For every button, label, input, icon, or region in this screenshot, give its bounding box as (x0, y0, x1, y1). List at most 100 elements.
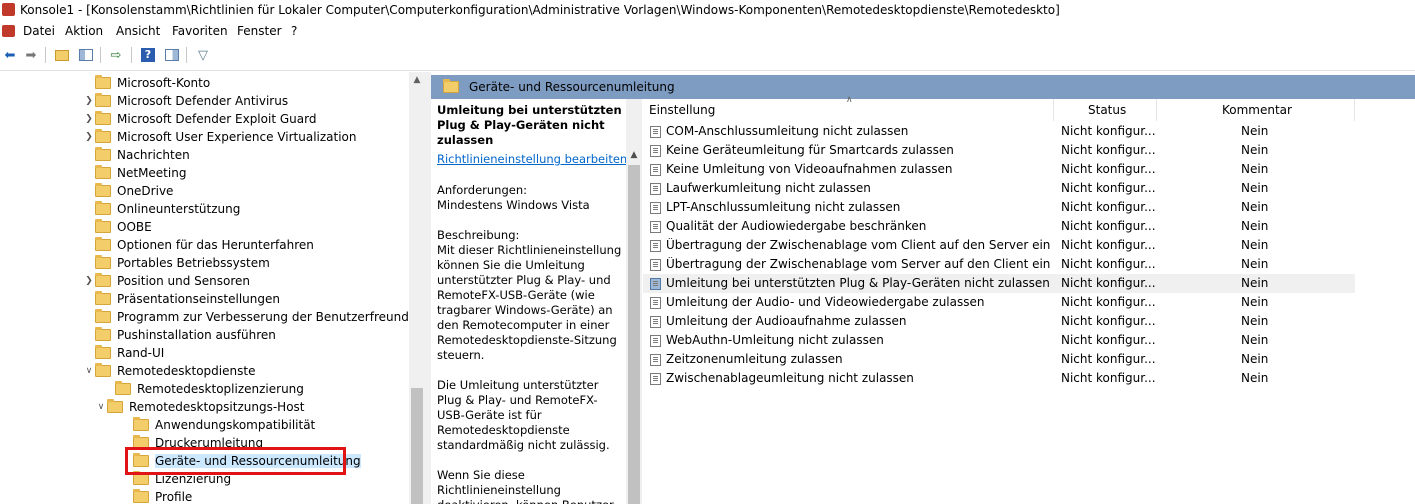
column-divider[interactable] (1156, 99, 1157, 121)
folder-icon (95, 309, 111, 323)
policy-comment: Nein (1241, 143, 1269, 157)
tree-item[interactable]: ∨ Remotedesktopdienste (83, 362, 255, 380)
tree-item[interactable]: NetMeeting (83, 164, 186, 182)
folder-icon (95, 291, 111, 305)
policy-name: Laufwerkumleitung nicht zulassen (666, 181, 871, 195)
up-folder-icon[interactable] (53, 46, 71, 64)
policy-row[interactable]: Umleitung der Audioaufnahme zulassen Nich… (643, 312, 1355, 331)
back-arrow-icon[interactable]: ⬅ (1, 46, 19, 64)
column-header-comment[interactable]: Kommentar (1222, 99, 1292, 121)
help-icon[interactable]: ? (139, 46, 157, 64)
menu-ansicht[interactable]: Ansicht (116, 24, 160, 38)
tree-item[interactable]: Nachrichten (83, 146, 190, 164)
policy-name: LPT-Anschlussumleitung nicht zulassen (666, 200, 901, 214)
collapse-chevron-icon[interactable]: ∨ (95, 402, 107, 412)
menu-datei[interactable]: Datei (23, 24, 55, 38)
tree-item[interactable]: OneDrive (83, 182, 173, 200)
policy-status: Nicht konfigur... (1061, 162, 1155, 176)
folder-icon (95, 255, 111, 269)
show-hide-tree-icon[interactable] (77, 46, 95, 64)
expand-chevron-icon[interactable]: ❯ (83, 96, 95, 106)
column-divider[interactable] (1053, 99, 1054, 121)
column-header-setting[interactable]: Einstellung (649, 99, 715, 121)
tree-item[interactable]: ❯ Position und Sensoren (83, 272, 250, 290)
description-scrollbar[interactable]: ▲ (626, 99, 642, 504)
console-tree: Microsoft-Konto ❯ Microsoft Defender Anti… (0, 72, 425, 504)
policy-name: Qualität der Audiowiedergabe beschränken (666, 219, 927, 233)
policy-setting-icon (650, 126, 661, 138)
policy-row[interactable]: Umleitung der Audio- und Videowiedergabe… (643, 293, 1355, 312)
system-menu-icon[interactable] (2, 25, 15, 37)
column-divider[interactable] (1354, 99, 1355, 121)
tree-item[interactable]: Rand-UI (83, 344, 164, 362)
tree-item[interactable]: OOBE (83, 218, 152, 236)
folder-icon (95, 129, 111, 143)
policy-row-selected[interactable]: Umleitung bei unterstützten Plug & Play-… (643, 274, 1355, 293)
policy-row[interactable]: Übertragung der Zwischenablage vom Serve… (643, 255, 1355, 274)
scrollbar-thumb[interactable] (411, 388, 423, 504)
title-bar: Konsole1 - [Konsolenstamm\Richtlinien fü… (0, 0, 1415, 20)
folder-icon (133, 417, 149, 431)
properties-icon[interactable] (163, 46, 181, 64)
tree-item[interactable]: Anwendungskompatibilität (121, 416, 315, 434)
requirements-label: Anforderungen: (437, 183, 527, 197)
tree-item[interactable]: ❯ Microsoft Defender Antivirus (83, 92, 288, 110)
menu-favoriten[interactable]: Favoriten (172, 24, 228, 38)
policy-setting-icon (650, 297, 661, 309)
menu-bar: Datei Aktion Ansicht Favoriten Fenster ? (0, 20, 1415, 42)
menu-help[interactable]: ? (291, 24, 297, 38)
expand-chevron-icon[interactable]: ❯ (83, 132, 95, 142)
details-header-title: Geräte- und Ressourcenumleitung (469, 80, 675, 94)
folder-icon (95, 345, 111, 359)
policy-row[interactable]: Keine Umleitung von Videoaufnahmen zulas… (643, 160, 1355, 179)
tree-item[interactable]: Optionen für das Herunterfahren (83, 236, 314, 254)
policy-status: Nicht konfigur... (1061, 371, 1155, 385)
menu-fenster[interactable]: Fenster (237, 24, 282, 38)
tree-item[interactable]: ❯ Microsoft Defender Exploit Guard (83, 110, 316, 128)
policy-row[interactable]: COM-Anschlussumleitung nicht zulassen Nic… (643, 122, 1355, 141)
policy-row[interactable]: Zwischenablageumleitung nicht zulassen Ni… (643, 369, 1355, 388)
folder-icon (95, 147, 111, 161)
menu-aktion[interactable]: Aktion (65, 24, 103, 38)
tree-item[interactable]: Programm zur Verbesserung der Benutzerfr… (83, 308, 425, 326)
policy-row[interactable]: LPT-Anschlussumleitung nicht zulassen Nic… (643, 198, 1355, 217)
folder-icon (115, 381, 131, 395)
expand-chevron-icon[interactable]: ❯ (83, 114, 95, 124)
policy-row[interactable]: Keine Geräteumleitung für Smartcards zul… (643, 141, 1355, 160)
settings-list: ∧ Einstellung Status Kommentar COM-Ansch… (643, 95, 1415, 504)
policy-row[interactable]: Qualität der Audiowiedergabe beschränken… (643, 217, 1355, 236)
column-header-status[interactable]: Status (1088, 99, 1126, 121)
forward-arrow-icon[interactable]: ➡ (22, 46, 40, 64)
sort-ascending-icon: ∧ (846, 95, 853, 105)
tree-scrollbar[interactable]: ▲ (409, 72, 425, 504)
tree-item[interactable]: Onlineunterstützung (83, 200, 240, 218)
tree-item[interactable]: ∨ Remotedesktopsitzungs-Host (95, 398, 305, 416)
filter-icon[interactable]: ▽ (194, 46, 212, 64)
policy-setting-icon (650, 373, 661, 385)
policy-row[interactable]: Zeitzonenumleitung zulassen Nicht konfigu… (643, 350, 1355, 369)
policy-row[interactable]: Laufwerkumleitung nicht zulassen Nicht ko… (643, 179, 1355, 198)
export-list-icon[interactable]: ⇨ (107, 46, 125, 64)
scrollbar-thumb[interactable] (628, 165, 640, 504)
policy-row[interactable]: Übertragung der Zwischenablage vom Clien… (643, 236, 1355, 255)
tree-item[interactable]: Remotedesktoplizenzierung (103, 380, 304, 398)
scroll-up-arrow-icon[interactable]: ▲ (626, 147, 642, 163)
tree-item[interactable]: Microsoft-Konto (83, 74, 210, 92)
tree-item[interactable]: Portables Betriebssystem (83, 254, 270, 272)
tree-item[interactable]: Profile (121, 488, 192, 504)
policy-row[interactable]: WebAuthn-Umleitung nicht zulassen Nicht k… (643, 331, 1355, 350)
description-paragraph: Mit dieser Richtlinieneinstellung können… (437, 243, 622, 362)
tree-item[interactable]: ❯ Microsoft User Experience Virtualizatio… (83, 128, 357, 146)
tree-item[interactable]: Präsentationseinstellungen (83, 290, 280, 308)
policy-status: Nicht konfigur... (1061, 200, 1155, 214)
policy-status: Nicht konfigur... (1061, 181, 1155, 195)
scroll-up-arrow-icon[interactable]: ▲ (409, 72, 425, 88)
edit-policy-link[interactable]: Richtlinieneinstellung bearbeiten (437, 152, 626, 167)
policy-status: Nicht konfigur... (1061, 257, 1155, 271)
collapse-chevron-icon[interactable]: ∨ (83, 366, 95, 376)
policy-name: Keine Geräteumleitung für Smartcards zul… (666, 143, 954, 157)
tree-item[interactable]: Pushinstallation ausführen (83, 326, 276, 344)
policy-comment: Nein (1241, 162, 1269, 176)
toolbar: ⬅ ➡ ⇨ ? ▽ (0, 42, 1415, 71)
expand-chevron-icon[interactable]: ❯ (83, 276, 95, 286)
